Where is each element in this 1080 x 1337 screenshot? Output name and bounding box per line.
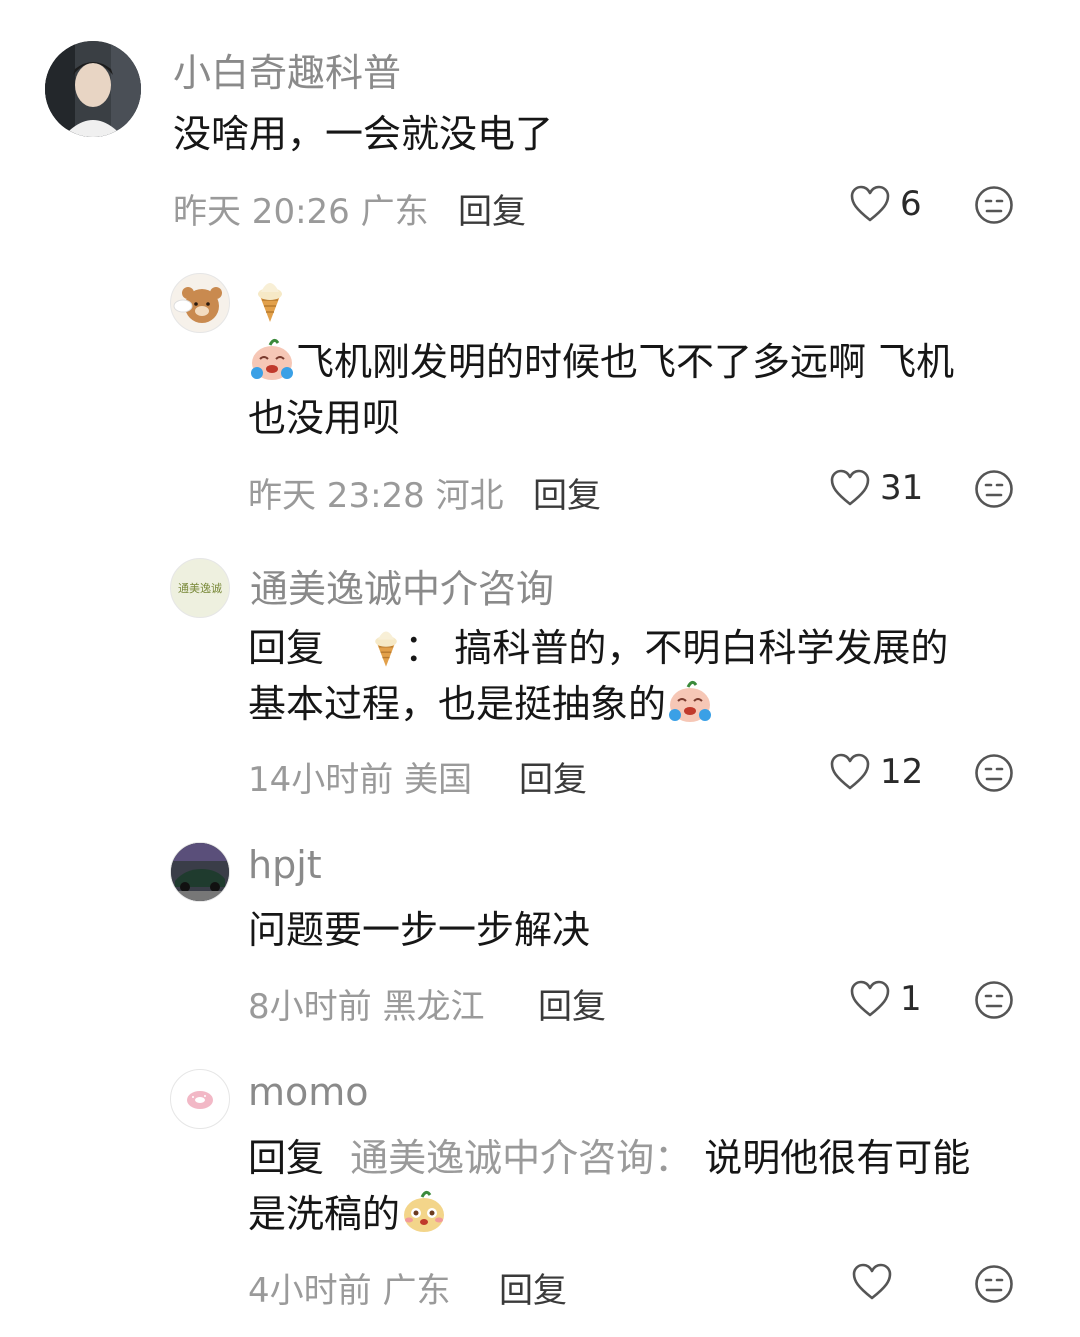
timestamp: 昨天 23:28 bbox=[248, 476, 425, 516]
comment-meta: 14小时前 美国 bbox=[248, 752, 472, 801]
comment-text: 没啥用，一会就没电了 bbox=[173, 112, 554, 156]
comment-meta: 昨天 20:26 广东 bbox=[173, 184, 429, 233]
location: 美国 bbox=[404, 760, 473, 800]
reply-button[interactable]: 回复 bbox=[519, 752, 587, 801]
timestamp: 14小时前 bbox=[248, 760, 394, 800]
location: 黑龙江 bbox=[382, 987, 485, 1027]
comment-text: 问题要一步一步解决 bbox=[248, 908, 591, 952]
username[interactable]: 🍦 bbox=[250, 272, 290, 333]
ice-cream-icon bbox=[375, 631, 398, 667]
comment-text: 回复 🍦： 搞科普的，不明白科学发展的 基本过程，也是挺抽象的 bbox=[248, 620, 948, 732]
comment-meta: 昨天 23:28 河北 bbox=[248, 468, 504, 517]
username[interactable]: 小白奇趣科普 bbox=[173, 42, 401, 97]
like-button[interactable]: 12 bbox=[830, 752, 923, 792]
location: 广东 bbox=[360, 192, 429, 232]
dislike-face-icon[interactable] bbox=[974, 469, 1014, 509]
cute-emoji bbox=[404, 1190, 445, 1232]
heart-icon bbox=[830, 753, 870, 790]
username[interactable]: momo bbox=[248, 1070, 369, 1114]
comment-text: 回复 通美逸诚中介咨询： 说明他很有可能 是洗稿的 bbox=[248, 1136, 971, 1236]
reply-prefix: 回复 bbox=[248, 1136, 325, 1180]
dislike-face-icon[interactable] bbox=[974, 753, 1014, 793]
dislike-face-icon[interactable] bbox=[974, 185, 1014, 225]
like-button[interactable]: 31 bbox=[830, 468, 923, 508]
like-count: 12 bbox=[880, 752, 924, 792]
heart-icon bbox=[850, 185, 890, 222]
username[interactable]: 通美逸诚中介咨询 bbox=[250, 558, 554, 613]
avatar[interactable] bbox=[45, 41, 141, 137]
mention-link[interactable]: 通美逸诚中介咨询： bbox=[350, 1136, 692, 1180]
dislike-face-icon[interactable] bbox=[974, 1264, 1014, 1304]
like-button[interactable]: 1 bbox=[850, 979, 922, 1019]
reply-prefix: 回复 bbox=[248, 626, 325, 670]
timestamp: 昨天 20:26 bbox=[173, 192, 350, 232]
heart-icon bbox=[830, 469, 870, 506]
like-button[interactable] bbox=[852, 1263, 902, 1301]
avatar[interactable]: 通美逸诚 bbox=[170, 558, 230, 618]
timestamp: 4小时前 bbox=[248, 1271, 372, 1311]
avatar[interactable] bbox=[170, 273, 230, 333]
like-count: 31 bbox=[880, 468, 924, 508]
location: 广东 bbox=[382, 1271, 451, 1311]
crying-emoji bbox=[251, 338, 293, 380]
comment-text: 飞机刚发明的时候也飞不了多远啊 飞机 也没用呗 bbox=[248, 334, 954, 446]
dislike-face-icon[interactable] bbox=[974, 980, 1014, 1020]
avatar[interactable] bbox=[170, 842, 230, 902]
heart-icon bbox=[852, 1263, 892, 1300]
like-button[interactable]: 6 bbox=[850, 184, 922, 224]
ice-cream-icon bbox=[258, 283, 282, 322]
reply-button[interactable]: 回复 bbox=[458, 184, 526, 233]
timestamp: 8小时前 bbox=[248, 987, 372, 1027]
avatar[interactable] bbox=[170, 1069, 230, 1129]
comment-meta: 4小时前 广东 bbox=[248, 1263, 450, 1312]
heart-icon bbox=[850, 980, 890, 1017]
like-count: 1 bbox=[900, 979, 922, 1019]
crying-emoji bbox=[669, 680, 712, 722]
location: 河北 bbox=[435, 476, 504, 516]
reply-button[interactable]: 回复 bbox=[499, 1263, 567, 1312]
reply-button[interactable]: 回复 bbox=[533, 468, 601, 517]
comment-meta: 8小时前 黑龙江 bbox=[248, 979, 484, 1028]
reply-button[interactable]: 回复 bbox=[538, 979, 606, 1028]
like-count: 6 bbox=[900, 184, 922, 224]
username[interactable]: hpjt bbox=[248, 843, 322, 887]
